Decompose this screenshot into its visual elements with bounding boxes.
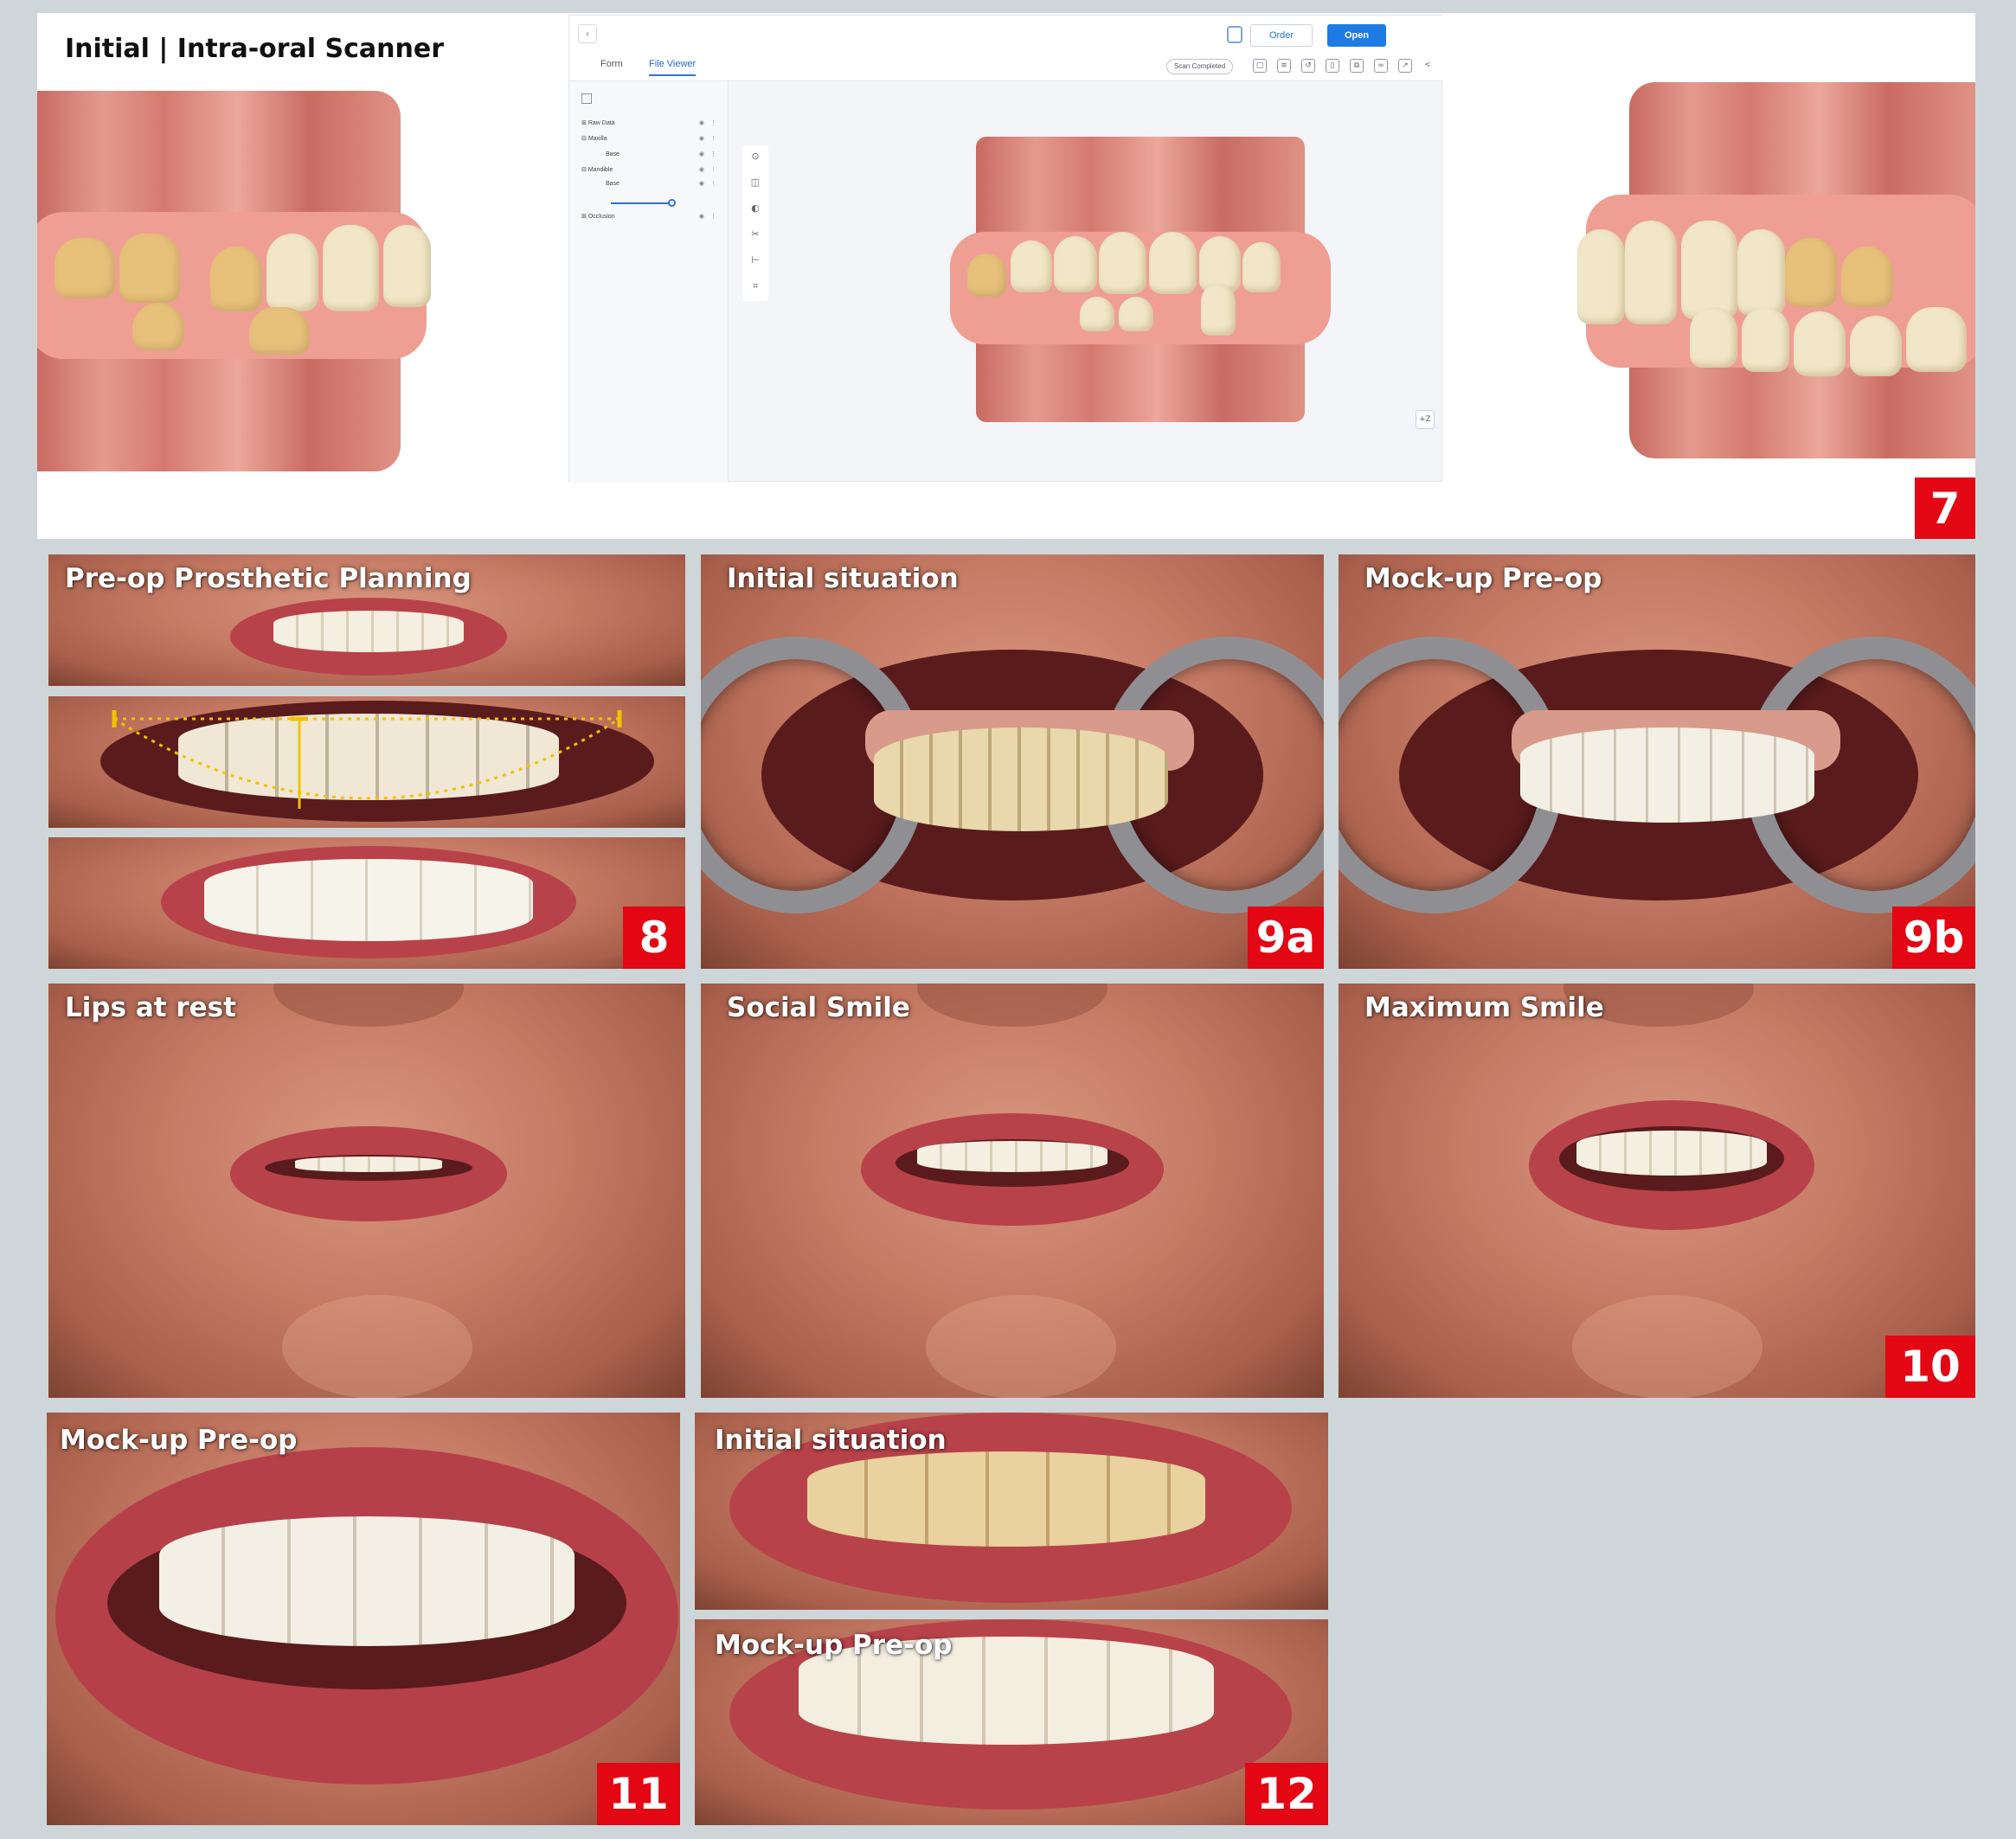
order-button[interactable]: Order: [1250, 24, 1313, 47]
model-tree-panel: ⊞ Raw Data ◉ ⋮ ⊟ Maxilla ◉ ⋮ Base ◉ ⋮ ⊟ Mandib…: [569, 81, 729, 483]
scan-model-left: [37, 82, 444, 480]
figure-10c-caption: Maximum Smile: [1364, 992, 1604, 1023]
opacity-slider[interactable]: [611, 202, 671, 204]
eye-icon[interactable]: ◉: [699, 211, 704, 223]
open-button[interactable]: Open: [1327, 24, 1386, 47]
more-icon[interactable]: ⋮: [710, 149, 716, 161]
photo-smile-design: [48, 696, 685, 828]
fit-view-icon[interactable]: ⊙: [748, 151, 762, 164]
figure-7-panel: Initial | Intra-oral Scanner ‹ Order Ope…: [37, 13, 1975, 539]
notes-icon[interactable]: ≡: [1277, 59, 1291, 73]
figure-number-badge: 7: [1915, 477, 1975, 539]
link-icon[interactable]: ∞: [1374, 59, 1388, 73]
photo-smile-mockup: [48, 837, 685, 969]
figure-10a-caption: Lips at rest: [65, 992, 236, 1023]
figure-number-badge: 11: [597, 1763, 680, 1825]
more-icon[interactable]: ⋮: [710, 118, 716, 130]
figure-12a-caption: Initial situation: [715, 1425, 947, 1456]
tree-item-mandible-base[interactable]: Base ◉ ⋮: [606, 178, 720, 190]
figure-number-badge: 9b: [1892, 907, 1975, 969]
cut-icon[interactable]: ✂: [748, 228, 762, 242]
figure-10b-panel: Social Smile: [701, 984, 1324, 1398]
more-icon[interactable]: ⋮: [710, 133, 716, 145]
figure-number-badge: 9a: [1248, 907, 1324, 969]
section-icon[interactable]: ◫: [748, 176, 762, 190]
export-icon[interactable]: ↗: [1398, 59, 1412, 73]
tree-item-maxilla[interactable]: ⊟ Maxilla ◉ ⋮: [581, 133, 720, 145]
eye-icon[interactable]: ◉: [699, 118, 704, 130]
scanner-icon[interactable]: [1227, 26, 1242, 43]
figure-number-badge: 12: [1245, 1763, 1328, 1825]
tab-file-viewer[interactable]: File Viewer: [649, 59, 697, 76]
opacity-slider-handle[interactable]: [668, 199, 676, 207]
tree-item-raw-data[interactable]: ⊞ Raw Data ◉ ⋮: [581, 118, 720, 130]
shading-icon[interactable]: ◐: [748, 202, 762, 216]
figure-12-panel: Initial situation Mock-up Pre-op 12: [695, 1413, 1328, 1825]
tree-item-label: Mandible: [587, 167, 613, 173]
viewer-toolbar: ‹ Order Open: [569, 16, 1443, 50]
frame-icon[interactable]: ⌗: [748, 280, 762, 294]
figure-9b-panel: Mock-up Pre-op 9b: [1339, 554, 1975, 969]
scan-viewer-window: ‹ Order Open Form File Viewer Scan Compl…: [568, 15, 1443, 483]
eye-icon[interactable]: ◉: [699, 133, 704, 145]
figure-11-panel: Mock-up Pre-op 11: [47, 1413, 680, 1825]
figure-12b-caption: Mock-up Pre-op: [715, 1630, 953, 1661]
figure-11-caption: Mock-up Pre-op: [60, 1425, 298, 1456]
trash-icon[interactable]: ▯: [1326, 59, 1339, 73]
figure-8-caption: Pre-op Prosthetic Planning: [65, 563, 472, 594]
measure-icon[interactable]: ⊢: [748, 254, 762, 268]
copy-icon[interactable]: ⧉: [1350, 59, 1364, 73]
scan-model-right: [1560, 82, 1975, 471]
scan-status-badge: Scan Completed: [1166, 59, 1234, 74]
scan-model-3d[interactable]: [950, 137, 1331, 422]
figure-9a-panel: Initial situation 9a: [701, 554, 1324, 969]
photo-initial-closeup: Initial situation: [695, 1413, 1328, 1610]
tree-item-mandible[interactable]: ⊟ Mandible ◉ ⋮: [581, 164, 720, 176]
more-icon[interactable]: ⋮: [710, 178, 716, 190]
figure-10a-panel: Lips at rest: [48, 984, 685, 1398]
figure-9a-caption: Initial situation: [727, 563, 959, 594]
figure-number-badge: 8: [623, 907, 685, 969]
smile-design-overlay: [112, 710, 622, 809]
tree-item-occlusion[interactable]: ⊞ Occlusion ◉ ⋮: [581, 211, 720, 223]
more-icon[interactable]: ⋮: [710, 164, 716, 176]
figure-7-caption: Initial | Intra-oral Scanner: [65, 34, 445, 64]
tree-item-label: Base: [606, 181, 620, 187]
zoom-button[interactable]: +Z: [1416, 410, 1435, 429]
tree-item-maxilla-base[interactable]: Base ◉ ⋮: [606, 149, 720, 161]
eye-icon[interactable]: ◉: [699, 178, 704, 190]
eye-icon[interactable]: ◉: [699, 164, 704, 176]
figure-8-panel: Pre-op Prosthetic Planning 8: [48, 554, 685, 969]
figure-10c-panel: Maximum Smile 10: [1339, 984, 1975, 1398]
photo-mockup-closeup: Mock-up Pre-op: [695, 1619, 1328, 1825]
tree-item-label: Raw Data: [587, 120, 615, 126]
figure-number-badge: 10: [1885, 1336, 1975, 1398]
tab-form[interactable]: Form: [600, 59, 623, 69]
history-icon[interactable]: ↺: [1301, 59, 1315, 73]
share-icon[interactable]: <: [1421, 59, 1435, 73]
eye-icon[interactable]: ◉: [699, 149, 704, 161]
back-button[interactable]: ‹: [578, 24, 597, 43]
figure-9b-caption: Mock-up Pre-op: [1364, 563, 1602, 594]
clipboard-icon[interactable]: ▢: [1253, 59, 1267, 73]
tree-menu-icon[interactable]: [581, 93, 592, 104]
tree-item-label: Maxilla: [587, 136, 607, 142]
tree-item-label: Occlusion: [587, 214, 615, 220]
figure-10b-caption: Social Smile: [727, 992, 910, 1023]
view-tool-strip: ⊙ ◫ ◐ ✂ ⊢ ⌗: [742, 145, 768, 301]
more-icon[interactable]: ⋮: [710, 211, 716, 223]
tree-item-label: Base: [606, 151, 620, 157]
